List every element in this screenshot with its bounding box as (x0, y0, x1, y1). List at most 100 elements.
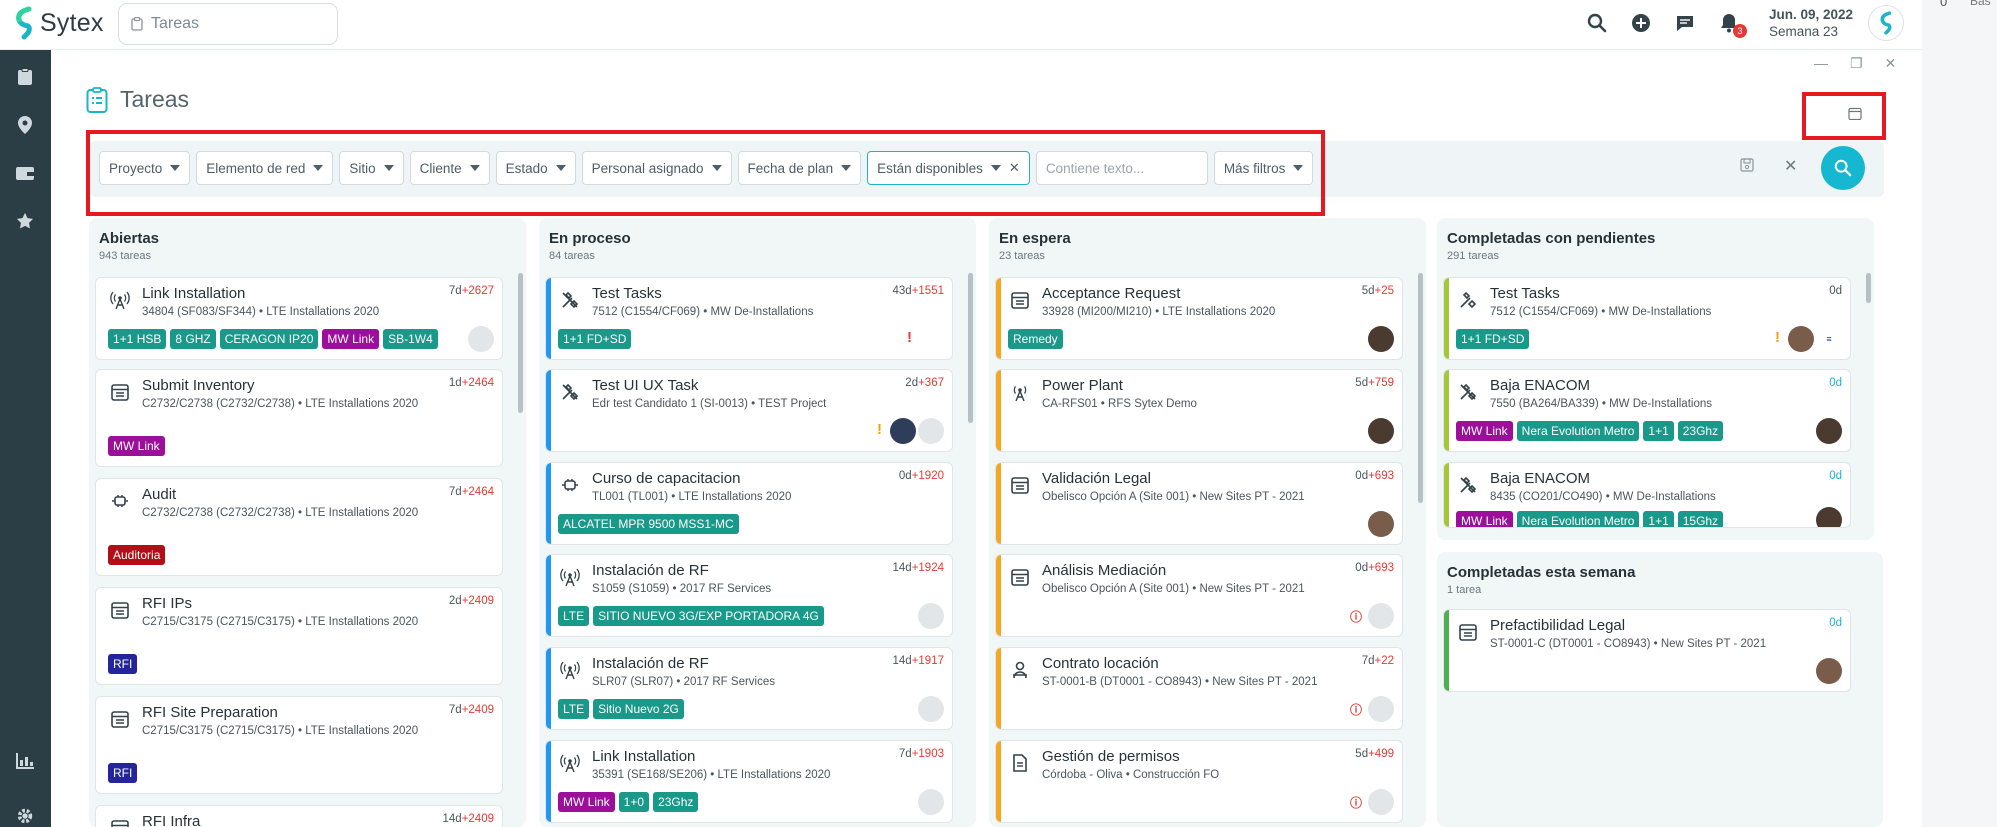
tag: 1+1 (1643, 511, 1674, 527)
alert-icon: ! (907, 329, 912, 346)
tools-icon (562, 291, 579, 309)
task-card[interactable]: Test Tasks 7512 (C1554/CF069) • MW De-In… (1443, 277, 1851, 360)
tasks-clipboard-icon[interactable] (14, 66, 36, 88)
audit-gear-icon (112, 495, 128, 507)
task-card[interactable]: Test UI UX Task Edr test Candidato 1 (SI… (545, 369, 953, 452)
status-stripe (996, 370, 1001, 451)
search-icon[interactable] (1585, 11, 1609, 35)
adjacent-label: Bas (1970, 0, 1991, 8)
delay-value: +759 (1368, 377, 1394, 389)
task-card[interactable]: Baja ENACOM 7550 (BA264/BA339) • MW De-I… (1443, 369, 1851, 452)
tag: ALCATEL MPR 9500 MSS1-MC (558, 514, 739, 534)
task-subtitle: SLR07 (SLR07) • 2017 RF Services (592, 676, 775, 688)
avatar (1788, 326, 1814, 352)
task-days: 14d+1917 (893, 655, 945, 667)
restore-window-icon[interactable]: ❐ (1850, 55, 1863, 72)
column-scrollbar[interactable] (1866, 273, 1871, 303)
task-subtitle: Córdoba - Oliva • Construcción FO (1042, 769, 1220, 781)
task-card[interactable]: Prefactibilidad Legal ST-0001-C (DT0001 … (1443, 609, 1851, 692)
column-en-espera: En espera 23 tareas Acceptance Request 3… (989, 218, 1426, 827)
avatar (1368, 603, 1394, 629)
task-card[interactable]: Submit Inventory C2732/C2738 (C2732/C273… (95, 369, 503, 467)
days-value: 43d (892, 285, 912, 297)
current-week: Semana 23 (1769, 24, 1839, 39)
task-card[interactable]: RFI Infra 14d+2409 (95, 805, 503, 827)
task-card[interactable]: Instalación de RF S1059 (S1059) • 2017 R… (545, 554, 953, 637)
task-card[interactable]: Link Installation 34804 (SF083/SF344) • … (95, 277, 503, 360)
alert-circle-icon: ⓘ (1349, 610, 1362, 624)
task-title: Curso de capacitacion (592, 470, 741, 487)
delay-value: +2409 (461, 813, 494, 825)
days-value: 0d (1829, 470, 1842, 482)
task-title: Audit (142, 486, 177, 503)
avatar (1816, 507, 1842, 527)
task-card[interactable]: Análisis Mediación Obelisco Opción A (Si… (995, 554, 1403, 637)
task-card[interactable]: Audit C2732/C2738 (C2732/C2738) • LTE In… (95, 478, 503, 576)
days-value: 5d (1361, 285, 1375, 297)
tag: 1+1 FD+SD (558, 329, 632, 349)
task-days: 0d+1920 (899, 470, 944, 482)
page-title: Tareas (86, 86, 189, 113)
page-title-text: Tareas (120, 86, 190, 112)
calendar-task-icon (1011, 292, 1029, 309)
settings-gear-icon[interactable] (14, 805, 36, 827)
task-title: Test Tasks (592, 285, 662, 302)
task-subtitle: CA-RFS01 • RFS Sytex Demo (1042, 398, 1197, 410)
status-stripe (546, 741, 551, 822)
tag: SITIO NUEVO 3G/EXP PORTADORA 4G (593, 606, 824, 626)
tag: Nera Evolution Metro (1516, 511, 1640, 527)
task-card[interactable]: Contrato locación ST-0001-B (DT0001 - CO… (995, 647, 1403, 730)
task-card[interactable]: Acceptance Request 33928 (MI200/MI210) •… (995, 277, 1403, 360)
status-stripe (546, 648, 551, 729)
task-card[interactable]: Gestión de permisos Córdoba - Oliva • Co… (995, 740, 1403, 823)
tag: Auditoria (108, 545, 166, 565)
task-card[interactable]: RFI IPs C2715/C3175 (C2715/C3175) • LTE … (95, 587, 503, 685)
task-card[interactable]: Validación Legal Obelisco Opción A (Site… (995, 462, 1403, 545)
column-scrollbar[interactable] (968, 273, 973, 423)
status-stripe (546, 278, 551, 359)
star-icon[interactable] (14, 210, 36, 232)
task-card[interactable]: Power Plant CA-RFS01 • RFS Sytex Demo 5d… (995, 369, 1403, 452)
task-title: RFI IPs (142, 595, 193, 612)
wallet-icon[interactable] (14, 162, 36, 184)
task-card[interactable]: Curso de capacitacion TL001 (TL001) • LT… (545, 462, 953, 545)
delay-value: +1917 (911, 655, 944, 667)
task-card[interactable]: Link Installation 35391 (SE168/SE206) • … (545, 740, 953, 823)
notifications-bell-icon[interactable]: 3 (1717, 11, 1747, 38)
close-window-icon[interactable]: ✕ (1885, 55, 1897, 72)
task-subtitle: 7512 (C1554/CF069) • MW De-Installations (592, 306, 814, 318)
location-pin-icon[interactable] (14, 114, 36, 136)
sytex-logo[interactable]: Sytex (14, 6, 104, 40)
antenna-icon (560, 754, 580, 773)
status-stripe (996, 648, 1001, 729)
column-scrollbar[interactable] (518, 273, 523, 413)
add-icon[interactable] (1629, 11, 1653, 35)
task-subtitle: 35391 (SE168/SE206) • LTE Installations … (592, 769, 831, 781)
calendar-task-icon (111, 711, 129, 728)
analytics-chart-icon[interactable] (14, 750, 36, 772)
delay-value: +2464 (461, 377, 494, 389)
calendar-view-button[interactable] (1802, 92, 1886, 140)
search-button[interactable] (1821, 146, 1865, 190)
user-avatar[interactable] (1868, 5, 1904, 41)
task-card[interactable]: RFI Site Preparation C2715/C3175 (C2715/… (95, 696, 503, 794)
tag: MW Link (1456, 511, 1513, 527)
global-search-box[interactable]: Tareas (118, 3, 338, 45)
search-icon (1834, 159, 1852, 177)
task-card[interactable]: Baja ENACOM 8435 (CO201/CO490) • MW De-I… (1443, 462, 1851, 528)
task-card[interactable]: Test Tasks 7512 (C1554/CF069) • MW De-In… (545, 277, 953, 360)
avatar (1368, 326, 1394, 352)
column-count: 1 tarea (1447, 584, 1482, 596)
task-subtitle: ST-0001-C (DT0001 - CO8943) • New Sites … (1490, 638, 1767, 650)
days-value: 7d (898, 748, 912, 760)
column-scrollbar[interactable] (1418, 273, 1423, 503)
task-days: 7d+22 (1362, 655, 1394, 667)
task-card[interactable]: Instalación de RF SLR07 (SLR07) • 2017 R… (545, 647, 953, 730)
calendar-task-icon (1011, 477, 1029, 494)
minimize-icon[interactable]: — (1814, 55, 1828, 72)
save-filter-icon[interactable] (1740, 158, 1754, 177)
clear-filters-icon[interactable]: ✕ (1784, 156, 1797, 176)
current-date: Jun. 09, 2022 (1769, 7, 1854, 22)
notification-count-badge: 3 (1733, 24, 1747, 38)
chat-icon[interactable] (1673, 11, 1697, 35)
